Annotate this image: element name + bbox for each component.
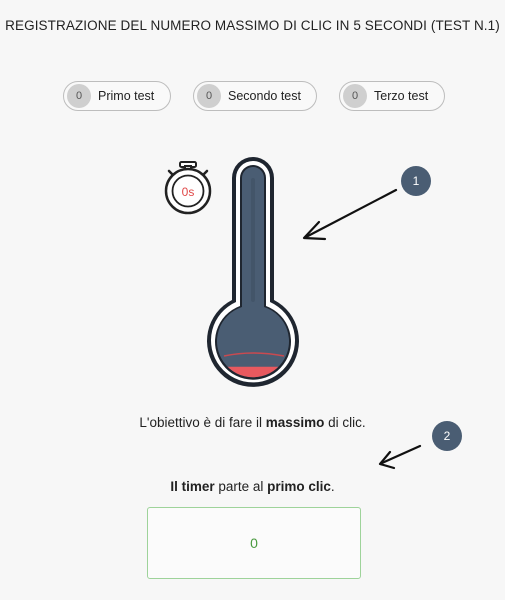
- thermometer-icon: [207, 157, 299, 387]
- timer-note-bold-1: Il timer: [170, 479, 215, 494]
- timer-note-suffix: .: [330, 479, 335, 494]
- click-counter-button[interactable]: 0: [147, 507, 361, 579]
- timer-note: Il timer parte al primo clic.: [0, 479, 505, 494]
- step-badge-1: 1: [401, 166, 431, 196]
- stopwatch-label: 0s: [182, 185, 195, 199]
- page: REGISTRAZIONE DEL NUMERO MASSIMO DI CLIC…: [0, 0, 505, 600]
- timer-note-middle: parte al: [214, 479, 268, 494]
- arrow-annotation-2: [378, 444, 422, 470]
- goal-text: L'obiettivo è di fare il massimo di clic…: [0, 415, 505, 430]
- click-counter-value: 0: [250, 535, 258, 551]
- goal-bold: massimo: [265, 415, 325, 430]
- arrow-annotation-1: [302, 188, 398, 241]
- stopwatch-icon: 0s: [164, 161, 212, 215]
- goal-prefix: L'obiettivo è di fare il: [139, 415, 266, 430]
- timer-note-bold-2: primo clic: [267, 479, 331, 494]
- goal-suffix: di clic.: [324, 415, 366, 430]
